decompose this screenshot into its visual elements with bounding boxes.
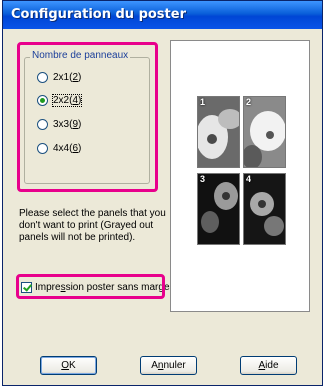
highlight-frame-panels [17,42,158,192]
preview-panel-2[interactable]: 2 [243,96,286,168]
highlight-frame-borderless [16,274,165,299]
ok-button[interactable]: OK [40,356,97,375]
preview-panel-3[interactable]: 3 [197,173,240,245]
panel-number: 4 [246,174,252,184]
dialog-title: Configuration du poster [3,1,322,29]
panel-number: 1 [200,97,206,107]
flower-image-icon [244,174,285,244]
cancel-button[interactable]: Annuler [140,356,197,375]
flower-image-icon [198,174,239,244]
panel-number: 2 [246,97,252,107]
preview-panel-4[interactable]: 4 [243,173,286,245]
preview-panel-1[interactable]: 1 [197,96,240,168]
poster-preview: 1 2 3 4 [170,40,310,312]
instructions-text: Please select the panels that you don't … [19,208,166,243]
panel-number: 3 [200,174,206,184]
flower-image-icon [244,97,285,167]
help-button[interactable]: Aide [240,356,297,375]
flower-image-icon [198,97,239,167]
